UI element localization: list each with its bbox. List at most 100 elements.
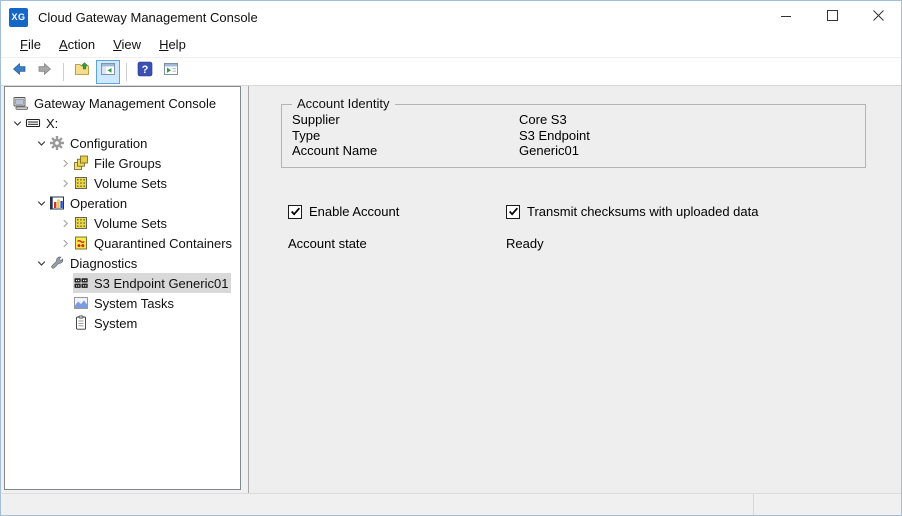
file-groups-icon	[73, 155, 89, 171]
status-bar-left-section	[1, 494, 754, 515]
volume-sets-icon	[73, 215, 89, 231]
transmit-checksums-label: Transmit checksums with uploaded data	[527, 204, 758, 219]
maximize-icon	[827, 8, 838, 26]
chevron-down-icon[interactable]	[33, 135, 49, 151]
identity-value: S3 Endpoint	[519, 128, 865, 144]
account-state-row: Account state Ready	[288, 236, 901, 251]
chevron-right-icon[interactable]	[57, 235, 73, 251]
back-button[interactable]	[7, 60, 31, 84]
tree-item-s3-endpoint-generic01[interactable]: S3 Endpoint Generic01	[5, 273, 240, 293]
forward-arrow-icon	[37, 61, 53, 82]
chevron-placeholder	[57, 275, 73, 291]
tree-item-label: X:	[46, 116, 58, 131]
wrench-icon	[49, 255, 65, 271]
tree-item-quarantined-containers[interactable]: Quarantined Containers	[5, 233, 240, 253]
menu-file[interactable]: File	[11, 33, 50, 57]
menu-view[interactable]: View	[104, 33, 150, 57]
up-one-level-button[interactable]	[70, 60, 94, 84]
app-icon: XG	[9, 8, 28, 27]
account-state-label: Account state	[288, 236, 506, 251]
tree-item-diagnostics[interactable]: Diagnostics	[5, 253, 240, 273]
transmit-checksums-checkbox[interactable]	[506, 205, 520, 219]
tree-item-label: S3 Endpoint Generic01	[94, 276, 228, 291]
tree-item-label: System	[94, 316, 137, 331]
account-state-value: Ready	[506, 236, 901, 251]
toolbar-separator	[126, 63, 127, 81]
identity-row-account-name: Account Name Generic01	[292, 143, 865, 159]
folder-up-icon	[74, 61, 90, 82]
checkmark-icon	[508, 206, 519, 217]
console-tree-pane: Gateway Management Console X:	[4, 86, 241, 490]
enable-account-checkbox-group[interactable]: Enable Account	[288, 204, 506, 219]
forward-button[interactable]	[33, 60, 57, 84]
app-window: XG Cloud Gateway Management Console Fi	[0, 0, 902, 516]
menu-action[interactable]: Action	[50, 33, 104, 57]
tree-item-label: Volume Sets	[94, 176, 167, 191]
transmit-checksums-checkbox-group[interactable]: Transmit checksums with uploaded data	[506, 204, 758, 219]
tree-item-configuration[interactable]: Configuration	[5, 133, 240, 153]
tree-item-operation[interactable]: Operation	[5, 193, 240, 213]
app-icon-text: XG	[11, 12, 25, 22]
identity-value: Core S3	[519, 112, 865, 128]
run-window-icon	[163, 61, 179, 82]
chevron-down-icon[interactable]	[9, 115, 25, 131]
tree-item-volume-sets-config[interactable]: Volume Sets	[5, 173, 240, 193]
identity-label: Supplier	[292, 112, 519, 128]
gear-icon	[49, 135, 65, 151]
tree-item-label: Volume Sets	[94, 216, 167, 231]
enable-account-label: Enable Account	[309, 204, 399, 219]
title-bar: XG Cloud Gateway Management Console	[1, 1, 901, 33]
menu-help[interactable]: Help	[150, 33, 195, 57]
tree-item-volume-sets-operation[interactable]: Volume Sets	[5, 213, 240, 233]
status-bar-right-section	[754, 494, 901, 515]
tree-item-label: Configuration	[70, 136, 147, 151]
tree-item-system-tasks[interactable]: System Tasks	[5, 293, 240, 313]
chevron-down-icon[interactable]	[33, 255, 49, 271]
window-title: Cloud Gateway Management Console	[38, 10, 258, 25]
maximize-button[interactable]	[809, 1, 855, 33]
toolbar: ?	[1, 58, 901, 86]
identity-row-type: Type S3 Endpoint	[292, 128, 865, 144]
toolbar-separator	[63, 63, 64, 81]
menu-bar: File Action View Help	[1, 33, 901, 58]
console-tree-window-icon	[100, 61, 116, 82]
chevron-placeholder	[57, 315, 73, 331]
chevron-down-icon[interactable]	[33, 195, 49, 211]
tree-item-label: File Groups	[94, 156, 161, 171]
tree-item-label: System Tasks	[94, 296, 174, 311]
svg-text:?: ?	[142, 64, 149, 76]
enable-account-checkbox[interactable]	[288, 205, 302, 219]
back-arrow-icon	[11, 61, 27, 82]
main-area: Gateway Management Console X:	[1, 86, 901, 493]
close-button[interactable]	[855, 1, 901, 33]
tree-item-label: Quarantined Containers	[94, 236, 232, 251]
chevron-right-icon[interactable]	[57, 155, 73, 171]
identity-label: Type	[292, 128, 519, 144]
area-chart-icon	[73, 295, 89, 311]
identity-label: Account Name	[292, 143, 519, 159]
tree-item-file-groups[interactable]: File Groups	[5, 153, 240, 173]
help-button[interactable]: ?	[133, 60, 157, 84]
pane-splitter[interactable]	[241, 86, 248, 493]
chevron-right-icon[interactable]	[57, 215, 73, 231]
tree-item-system[interactable]: System	[5, 313, 240, 333]
tree-item-x-drive[interactable]: X:	[5, 113, 240, 133]
show-window-button[interactable]	[159, 60, 183, 84]
volume-sets-icon	[73, 175, 89, 191]
close-icon	[873, 8, 884, 26]
tree-item-label: Diagnostics	[70, 256, 137, 271]
minimize-button[interactable]	[763, 1, 809, 33]
drive-icon	[25, 115, 41, 131]
tree-item-gateway-management-console[interactable]: Gateway Management Console	[5, 93, 240, 113]
tree-item-label: Operation	[70, 196, 127, 211]
endpoint-grid-icon	[73, 275, 89, 291]
details-pane: Account Identity Supplier Core S3 Type S…	[248, 86, 901, 493]
chevron-right-icon[interactable]	[57, 175, 73, 191]
status-bar	[1, 493, 901, 515]
account-identity-group: Account Identity Supplier Core S3 Type S…	[281, 104, 866, 168]
group-title: Account Identity	[292, 97, 395, 111]
console-root-icon	[13, 95, 29, 111]
show-hide-console-tree-button[interactable]	[96, 60, 120, 84]
help-icon: ?	[137, 61, 153, 82]
identity-value: Generic01	[519, 143, 865, 159]
